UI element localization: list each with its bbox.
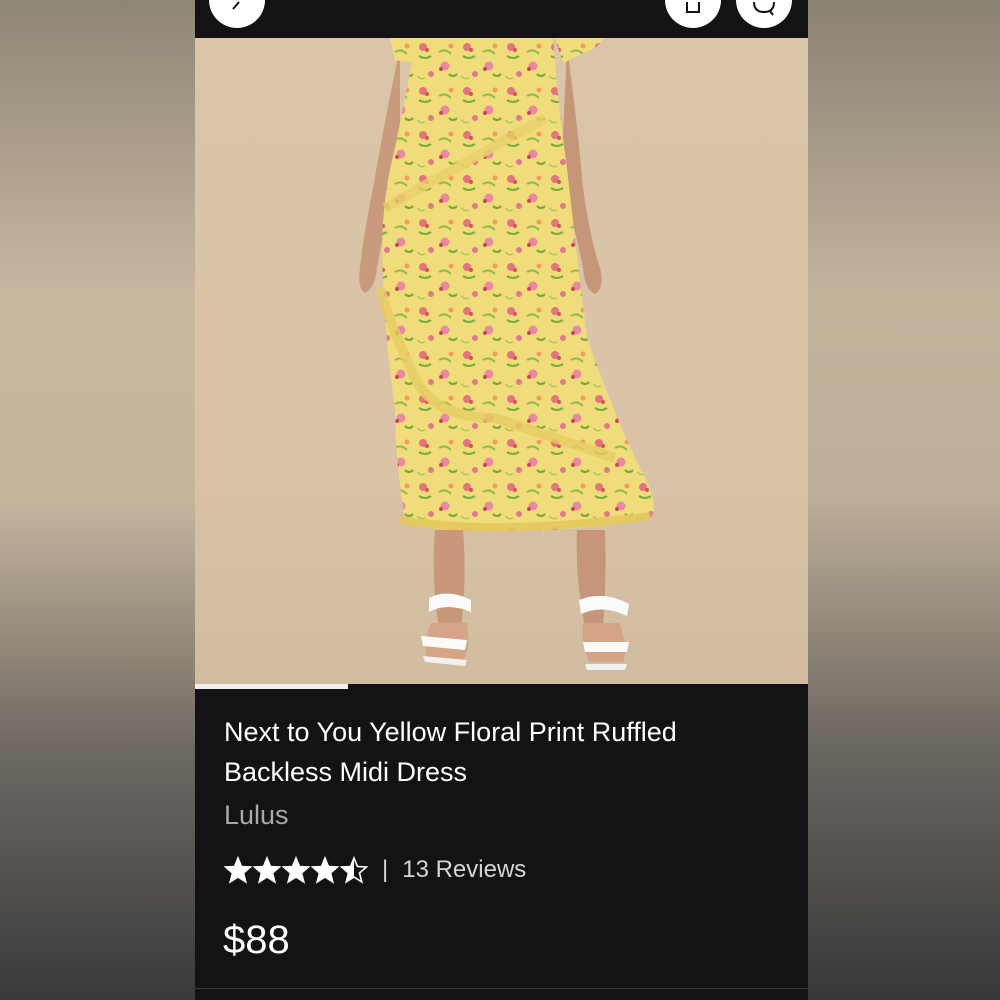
star-icon: [340, 856, 368, 884]
top-bar: [195, 0, 808, 38]
rating-separator: |: [382, 856, 389, 883]
rating-row[interactable]: | 13 Reviews: [224, 852, 526, 888]
gallery-progress-fill: [195, 684, 349, 689]
chevron-left-icon: [232, 1, 240, 10]
dress-illustration: [359, 38, 654, 670]
app-screen: Next to You Yellow Floral Print Ruffled …: [195, 0, 808, 1000]
divider: [195, 988, 808, 989]
product-image[interactable]: [195, 38, 808, 684]
star-rating: [224, 856, 368, 884]
reviews-link[interactable]: 13 Reviews: [402, 856, 526, 884]
blurred-backdrop-left: [0, 0, 195, 1000]
product-title: Next to You Yellow Floral Print Ruffled …: [224, 717, 677, 787]
star-icon: [311, 856, 339, 884]
back-button[interactable]: [209, 0, 265, 28]
blurred-backdrop-right: [808, 0, 1000, 1000]
share-button[interactable]: [665, 0, 721, 28]
star-icon: [224, 856, 252, 884]
star-icon: [253, 856, 281, 884]
star-icon: [282, 856, 310, 884]
share-icon: [686, 2, 700, 13]
product-price: $88: [223, 918, 290, 962]
chat-button[interactable]: [736, 0, 792, 28]
gallery-progress: [195, 684, 808, 689]
product-brand[interactable]: Lulus: [224, 800, 289, 831]
chat-icon: [753, 1, 775, 16]
